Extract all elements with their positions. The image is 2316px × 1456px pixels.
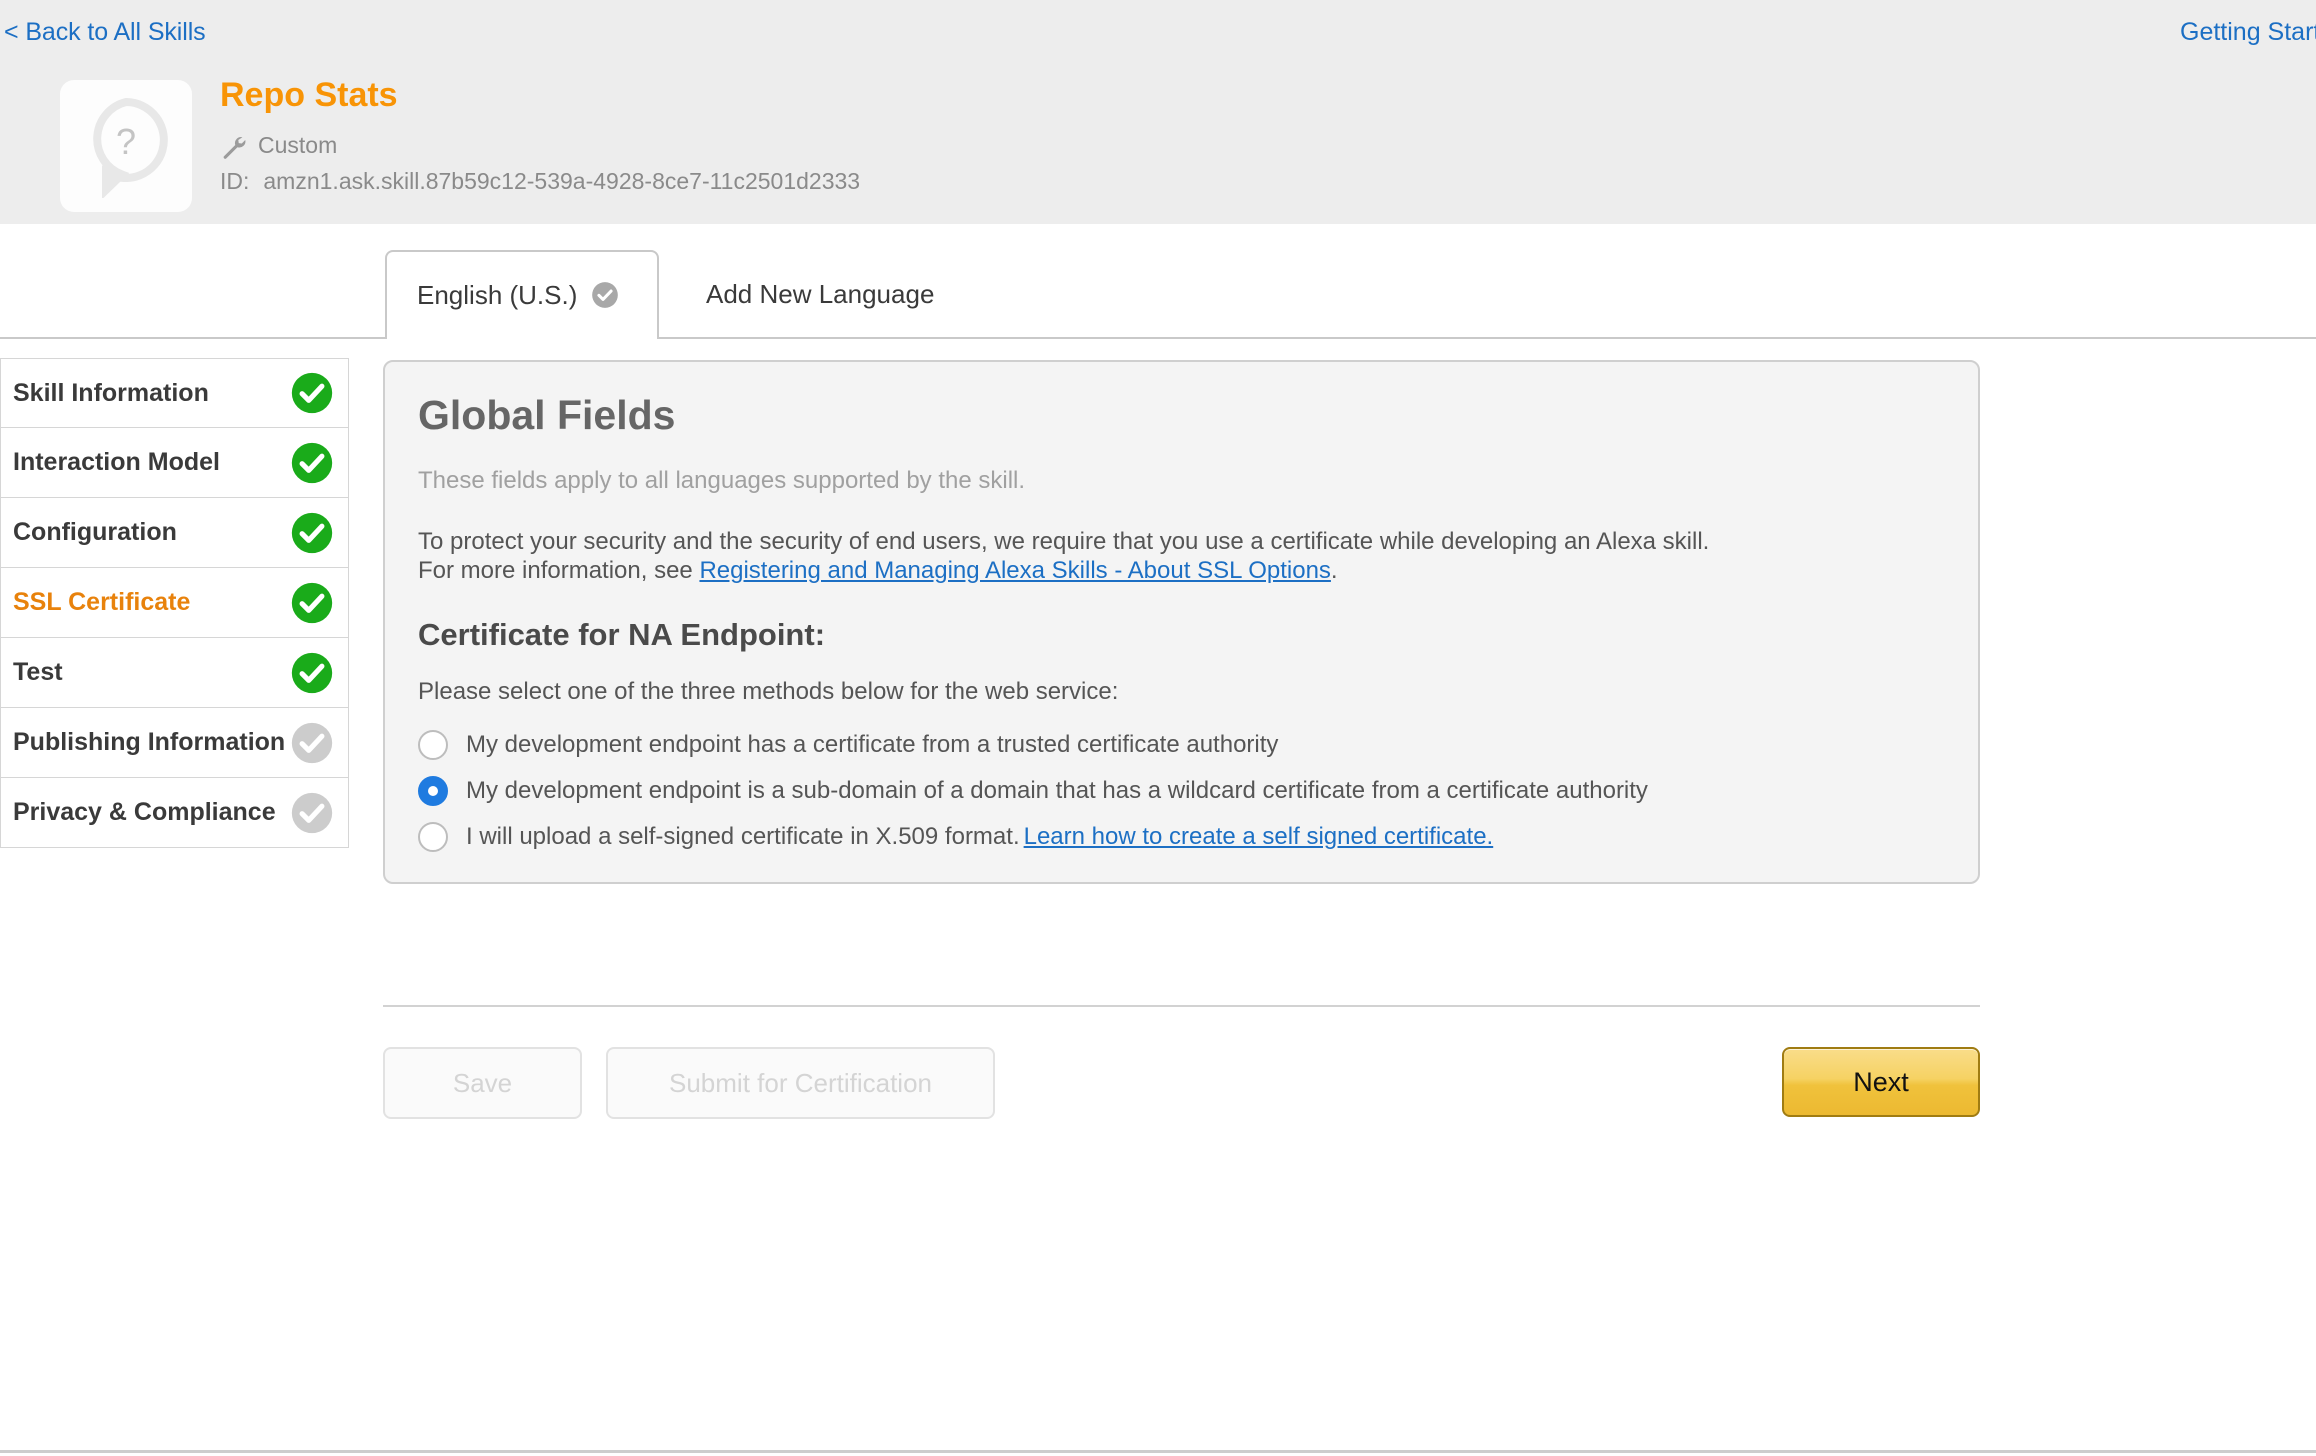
ssl-options-doc-link[interactable]: Registering and Managing Alexa Skills - … [699,557,1330,584]
skill-id-label: ID: [220,168,250,194]
status-complete-icon [291,372,333,414]
status-incomplete-icon [291,792,333,833]
ssl-description-line2-prefix: For more information, see [418,557,700,584]
ssl-description: To protect your security and the securit… [418,527,1938,585]
sidebar-item-skill-information[interactable]: Skill Information [0,358,349,428]
sidebar-item-label: Interaction Model [13,448,220,476]
tab-english-us[interactable]: English (U.S.) [385,250,659,340]
radio-button-unselected-icon[interactable] [418,822,448,852]
check-circle-icon [592,282,619,308]
skill-header-band: < Back to All Skills Getting Started ? R… [0,0,2316,224]
tab-strip-divider [0,337,2316,339]
back-to-all-skills-link[interactable]: < Back to All Skills [4,18,206,47]
sidebar-item-label: Configuration [13,518,177,546]
sidebar-item-interaction-model[interactable]: Interaction Model [0,428,349,498]
skill-type-label: Custom [258,132,338,158]
sidebar-item-label: SSL Certificate [13,588,191,616]
panel-subtitle: These fields apply to all languages supp… [418,467,1026,494]
radio-option-trusted-ca[interactable]: My development endpoint has a certificat… [418,722,1938,768]
next-button[interactable]: Next [1782,1047,1980,1117]
save-button[interactable]: Save [383,1047,582,1119]
submit-for-certification-button[interactable]: Submit for Certification [606,1047,995,1119]
sidebar-item-label: Privacy & Compliance [13,798,276,826]
global-fields-panel: Global Fields These fields apply to all … [383,360,1980,884]
tab-english-us-label: English (U.S.) [417,279,578,310]
radio-button-selected-icon[interactable] [418,776,448,806]
skill-icon: ? [60,80,192,212]
page-bottom-divider [0,1450,2316,1453]
tab-add-new-language-label: Add New Language [706,278,935,309]
language-tab-strip [0,224,2316,339]
page-title: Global Fields [418,392,676,438]
sidebar-item-privacy-and-compliance[interactable]: Privacy & Compliance [0,778,349,848]
radio-option-label: I will upload a self-signed certificate … [466,823,1020,850]
ssl-description-line2-suffix: . [1330,557,1338,584]
getting-started-link[interactable]: Getting Started [2180,18,2316,47]
self-signed-certificate-help-link[interactable]: Learn how to create a self signed certif… [1024,823,1494,850]
certificate-method-radio-group: My development endpoint has a certificat… [418,722,1938,860]
sidebar-item-publishing-information[interactable]: Publishing Information [0,708,349,778]
status-complete-icon [291,512,333,553]
sidebar-item-configuration[interactable]: Configuration [0,498,349,568]
svg-text:?: ? [116,121,136,162]
skill-sections-sidebar: Skill Information Interaction Model Conf… [0,358,349,848]
certificate-section-title: Certificate for NA Endpoint: [418,617,826,652]
radio-option-wildcard-subdomain[interactable]: My development endpoint is a sub-domain … [418,768,1938,814]
skill-id-value: amzn1.ask.skill.87b59c12-539a-4928-8ce7-… [263,168,861,194]
ssl-description-line1: To protect your security and the securit… [418,528,1710,555]
sidebar-item-label: Publishing Information [13,728,286,756]
status-complete-icon [291,652,333,693]
tab-add-new-language[interactable]: Add New Language [696,250,944,338]
radio-option-self-signed[interactable]: I will upload a self-signed certificate … [418,814,1938,860]
sidebar-item-label: Skill Information [13,378,209,407]
status-incomplete-icon [291,722,333,763]
skill-id-row: ID: amzn1.ask.skill.87b59c12-539a-4928-8… [220,168,860,195]
skill-name-title: Repo Stats [220,76,398,114]
radio-option-label: My development endpoint is a sub-domain … [466,777,1648,804]
skill-type-row: Custom [220,132,337,159]
status-complete-icon [291,442,333,483]
certificate-instruction: Please select one of the three methods b… [418,678,1119,705]
sidebar-item-ssl-certificate[interactable]: SSL Certificate [0,568,349,638]
footer-divider [383,1005,1980,1007]
skill-builder-page: < Back to All Skills Getting Started ? R… [0,0,2316,1456]
sidebar-item-test[interactable]: Test [0,638,349,708]
radio-option-label-with-link: I will upload a self-signed certificate … [466,823,1493,851]
radio-button-unselected-icon[interactable] [418,730,448,760]
wrench-icon [223,136,246,159]
speech-bubble-question-icon: ? [93,97,168,198]
radio-option-label: My development endpoint has a certificat… [466,731,1279,758]
status-complete-icon [291,582,333,623]
sidebar-item-label: Test [13,658,63,686]
